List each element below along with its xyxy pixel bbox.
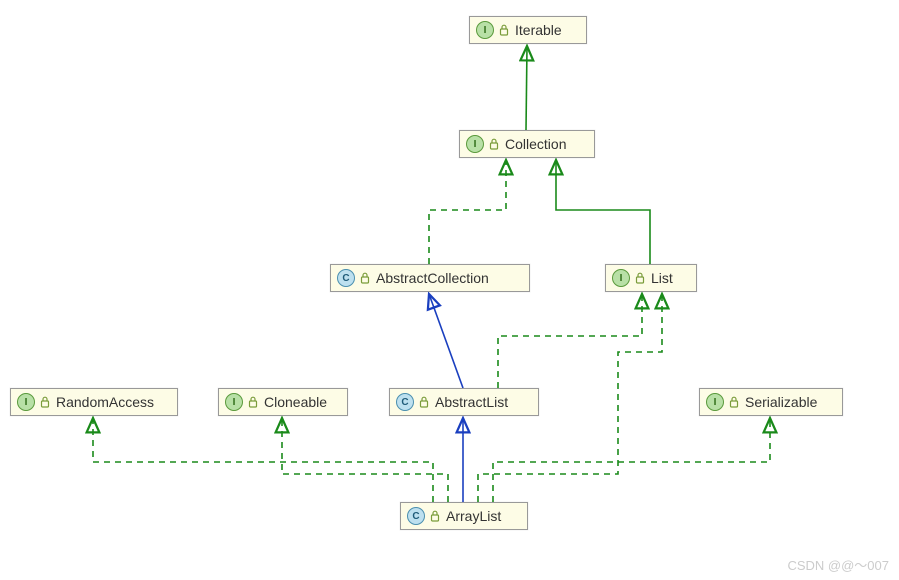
node-label: Collection — [505, 136, 566, 152]
edge — [498, 294, 642, 388]
edge — [526, 46, 527, 130]
node-label: List — [651, 270, 673, 286]
lock-icon — [248, 396, 258, 408]
lock-icon — [40, 396, 50, 408]
interface-icon: I — [225, 393, 243, 411]
edge — [493, 418, 770, 502]
lock-icon — [489, 138, 499, 150]
edge — [556, 160, 650, 264]
node-label: RandomAccess — [56, 394, 154, 410]
watermark: CSDN @@～007 — [787, 555, 889, 574]
edge — [282, 418, 448, 502]
node-label: AbstractCollection — [376, 270, 489, 286]
interface-icon: I — [476, 21, 494, 39]
node-collection: I Collection — [459, 130, 595, 158]
node-abstractcollection: C AbstractCollection — [330, 264, 530, 292]
lock-icon — [729, 396, 739, 408]
node-randomaccess: I RandomAccess — [10, 388, 178, 416]
lock-icon — [419, 396, 429, 408]
node-label: AbstractList — [435, 394, 508, 410]
node-iterable: I Iterable — [469, 16, 587, 44]
node-label: Iterable — [515, 22, 562, 38]
node-list: I List — [605, 264, 697, 292]
edge — [429, 160, 506, 264]
node-cloneable: I Cloneable — [218, 388, 348, 416]
class-icon: C — [396, 393, 414, 411]
node-label: Cloneable — [264, 394, 327, 410]
interface-icon: I — [466, 135, 484, 153]
interface-icon: I — [612, 269, 630, 287]
edge — [93, 418, 433, 502]
node-abstractlist: C AbstractList — [389, 388, 539, 416]
lock-icon — [635, 272, 645, 284]
interface-icon: I — [706, 393, 724, 411]
node-label: ArrayList — [446, 508, 501, 524]
node-arraylist: C ArrayList — [400, 502, 528, 530]
interface-icon: I — [17, 393, 35, 411]
edge — [429, 294, 463, 388]
lock-icon — [499, 24, 509, 36]
lock-icon — [430, 510, 440, 522]
node-label: Serializable — [745, 394, 817, 410]
node-serializable: I Serializable — [699, 388, 843, 416]
class-icon: C — [337, 269, 355, 287]
lock-icon — [360, 272, 370, 284]
class-icon: C — [407, 507, 425, 525]
